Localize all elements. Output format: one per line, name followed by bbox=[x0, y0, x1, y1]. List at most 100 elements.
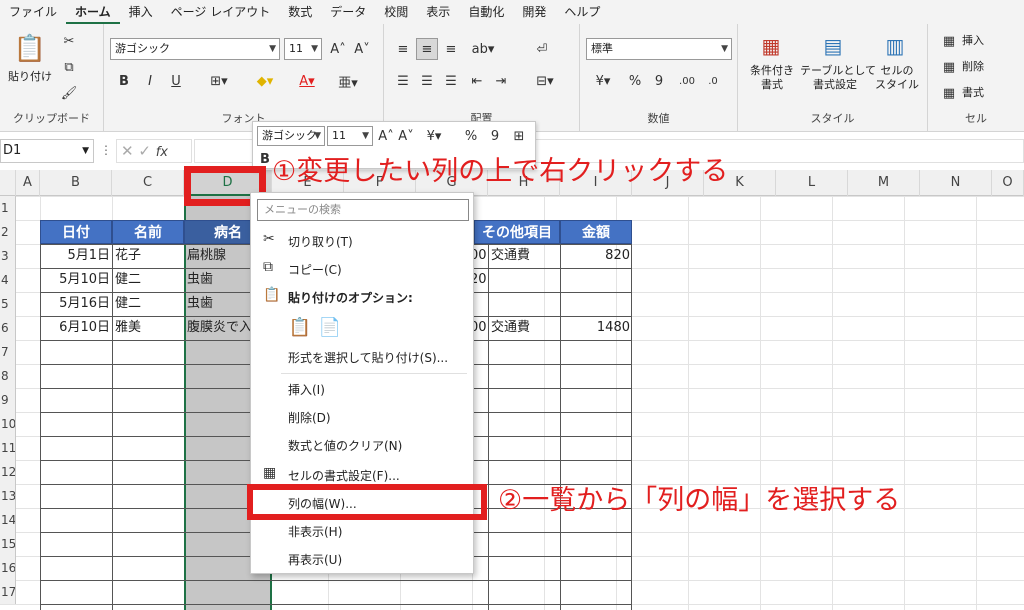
delete-cells-button[interactable]: 削除 bbox=[962, 60, 984, 74]
decrease-indent-icon[interactable]: ⇤ bbox=[466, 70, 488, 92]
column-header-m[interactable]: M bbox=[848, 170, 920, 196]
insert-cells-icon[interactable]: ▦ bbox=[940, 32, 958, 50]
menu-item-hide[interactable]: 非表示(H) bbox=[288, 523, 342, 540]
format-cells-icon[interactable]: ▦ bbox=[940, 84, 958, 102]
cell-other[interactable]: 交通費 bbox=[491, 316, 559, 340]
tab-review[interactable]: 校閲 bbox=[375, 0, 417, 24]
tab-file[interactable]: ファイル bbox=[0, 0, 66, 24]
menu-item-paste-special[interactable]: 形式を選択して貼り付け(S)... bbox=[288, 349, 448, 366]
wrap-text-icon[interactable]: ⏎ bbox=[530, 38, 554, 60]
conditional-format-button[interactable]: 条件付き 書式 bbox=[742, 64, 802, 92]
cut-icon[interactable]: ✂ bbox=[60, 32, 78, 50]
menu-item-cut[interactable]: 切り取り(T) bbox=[288, 233, 353, 250]
italic-button[interactable]: I bbox=[140, 70, 160, 92]
comma-icon[interactable]: 9 bbox=[650, 70, 668, 92]
tab-data[interactable]: データ bbox=[321, 0, 375, 24]
number-format-select[interactable]: 標準 ▼ bbox=[586, 38, 732, 60]
merge-center-icon[interactable]: ⊟▾ bbox=[530, 70, 560, 92]
menu-item-clear[interactable]: 数式と値のクリア(N) bbox=[288, 437, 402, 454]
format-as-table-icon[interactable]: ▤ bbox=[818, 32, 848, 60]
cell-date[interactable]: 5月1日 bbox=[40, 244, 110, 268]
cell-amount[interactable] bbox=[560, 268, 630, 292]
header-name[interactable]: 名前 bbox=[112, 220, 184, 244]
increase-indent-icon[interactable]: ⇥ bbox=[490, 70, 512, 92]
name-box[interactable]: D1 ▼ bbox=[0, 139, 94, 163]
decrease-decimal-icon[interactable]: .0 bbox=[702, 70, 724, 92]
cell-date[interactable]: 5月16日 bbox=[40, 292, 110, 316]
row-header[interactable]: 11 bbox=[0, 436, 16, 460]
insert-cells-button[interactable]: 挿入 bbox=[962, 34, 984, 48]
row-header[interactable]: 13 bbox=[0, 484, 16, 508]
tab-view[interactable]: 表示 bbox=[417, 0, 459, 24]
align-right-icon[interactable]: ☰ bbox=[440, 70, 462, 92]
increase-decimal-icon[interactable]: .00 bbox=[676, 70, 698, 92]
font-color-icon[interactable]: A▾ bbox=[292, 70, 322, 92]
conditional-format-icon[interactable]: ▦ bbox=[756, 32, 786, 60]
row-header[interactable]: 17 bbox=[0, 580, 16, 604]
align-middle-icon[interactable]: ≡ bbox=[416, 38, 438, 60]
font-size-select[interactable]: 11 ▼ bbox=[284, 38, 322, 60]
format-as-table-button[interactable]: テーブルとして 書式設定 bbox=[800, 64, 876, 92]
header-date[interactable]: 日付 bbox=[40, 220, 112, 244]
cell-styles-button[interactable]: セルの スタイル bbox=[870, 64, 924, 92]
tab-insert[interactable]: 挿入 bbox=[120, 0, 162, 24]
bold-button[interactable]: B bbox=[114, 70, 134, 92]
menu-item-delete[interactable]: 削除(D) bbox=[288, 409, 331, 426]
row-header[interactable]: 15 bbox=[0, 532, 16, 556]
paste-button[interactable]: 貼り付け bbox=[4, 70, 56, 84]
column-header-l[interactable]: L bbox=[776, 170, 848, 196]
menu-item-format-cells[interactable]: セルの書式設定(F)... bbox=[288, 467, 400, 484]
align-top-icon[interactable]: ≡ bbox=[392, 38, 414, 60]
align-center-icon[interactable]: ☰ bbox=[416, 70, 438, 92]
tab-formulas[interactable]: 数式 bbox=[279, 0, 321, 24]
cell-date[interactable]: 6月10日 bbox=[40, 316, 110, 340]
cell-amount[interactable]: 820 bbox=[560, 244, 630, 268]
copy-icon[interactable]: ⧉ bbox=[60, 58, 78, 76]
cell-date[interactable]: 5月10日 bbox=[40, 268, 110, 292]
increase-font-icon[interactable]: A˄ bbox=[328, 38, 348, 60]
row-header[interactable]: 5 bbox=[0, 292, 16, 316]
column-header-c[interactable]: C bbox=[112, 170, 184, 196]
tab-developer[interactable]: 開発 bbox=[513, 0, 555, 24]
row-header[interactable]: 16 bbox=[0, 556, 16, 580]
comma-icon[interactable]: 9 bbox=[487, 126, 503, 146]
cell-amount[interactable]: 1480 bbox=[560, 316, 630, 340]
column-header-o[interactable]: O bbox=[992, 170, 1024, 196]
tab-home[interactable]: ホーム bbox=[66, 2, 120, 24]
menu-item-unhide[interactable]: 再表示(U) bbox=[288, 551, 342, 568]
border-icon[interactable]: ⊞▾ bbox=[204, 70, 234, 92]
cell-name[interactable]: 雅美 bbox=[115, 316, 183, 340]
column-header-a[interactable]: A bbox=[16, 170, 40, 196]
currency-icon[interactable]: ¥▾ bbox=[419, 126, 449, 146]
mini-font-select[interactable]: 游ゴシック ▼ bbox=[257, 126, 325, 146]
cell-name[interactable]: 花子 bbox=[115, 244, 183, 268]
paste-icon[interactable]: 📋 bbox=[14, 32, 46, 66]
cell-other[interactable]: 交通費 bbox=[491, 244, 559, 268]
font-name-select[interactable]: 游ゴシック ▼ bbox=[110, 38, 280, 60]
row-header[interactable]: 12 bbox=[0, 460, 16, 484]
tab-page-layout[interactable]: ページ レイアウト bbox=[162, 0, 280, 24]
function-icon[interactable]: fx bbox=[156, 145, 168, 160]
row-header[interactable]: 10 bbox=[0, 412, 16, 436]
delete-cells-icon[interactable]: ▦ bbox=[940, 58, 958, 76]
column-header-n[interactable]: N bbox=[920, 170, 992, 196]
tab-help[interactable]: ヘルプ bbox=[555, 0, 609, 24]
row-header[interactable]: 8 bbox=[0, 364, 16, 388]
row-header[interactable]: 2 bbox=[0, 220, 16, 244]
row-header[interactable]: 6 bbox=[0, 316, 16, 340]
cell-other[interactable] bbox=[491, 268, 559, 292]
orientation-icon[interactable]: ab▾ bbox=[468, 38, 498, 60]
align-bottom-icon[interactable]: ≡ bbox=[440, 38, 462, 60]
cell-other[interactable] bbox=[491, 292, 559, 316]
row-header[interactable]: 9 bbox=[0, 388, 16, 412]
row-header[interactable]: 4 bbox=[0, 268, 16, 292]
paste-option-icon[interactable]: 📋 bbox=[289, 315, 311, 339]
column-header-b[interactable]: B bbox=[40, 170, 112, 196]
mini-size-select[interactable]: 11 ▼ bbox=[327, 126, 373, 146]
format-painter-icon[interactable]: 🖌 bbox=[60, 84, 78, 102]
cell-amount[interactable] bbox=[560, 292, 630, 316]
underline-button[interactable]: U bbox=[166, 70, 186, 92]
header-other[interactable]: その他項目 bbox=[474, 220, 560, 244]
decrease-font-icon[interactable]: A˅ bbox=[352, 38, 372, 60]
row-header[interactable]: 14 bbox=[0, 508, 16, 532]
